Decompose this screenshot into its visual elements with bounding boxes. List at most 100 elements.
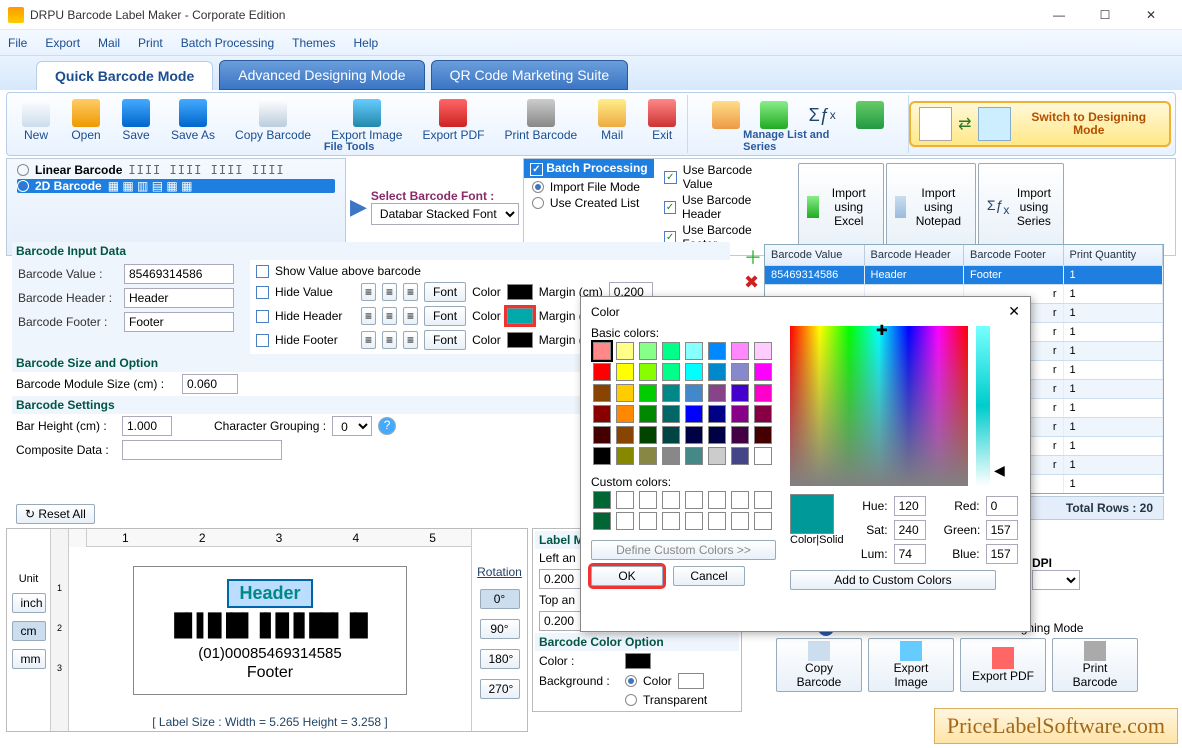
rotation-270-button[interactable]: 270° xyxy=(480,679,520,699)
color-swatch[interactable] xyxy=(662,491,680,509)
color-swatch[interactable] xyxy=(616,491,634,509)
color-swatch[interactable] xyxy=(754,384,772,402)
color-swatch[interactable] xyxy=(639,363,657,381)
rotation-180-button[interactable]: 180° xyxy=(480,649,520,669)
unit-inch-button[interactable]: inch xyxy=(12,593,46,613)
barcode-footer-input[interactable] xyxy=(124,312,234,332)
color-swatch[interactable] xyxy=(685,447,703,465)
color-swatch[interactable] xyxy=(593,342,611,360)
align-right-button[interactable]: ≡ xyxy=(403,307,418,325)
color-swatch[interactable] xyxy=(685,491,703,509)
manage-excel-button[interactable] xyxy=(750,99,798,132)
switch-mode-button[interactable]: ⇄ Switch to Designing Mode xyxy=(909,101,1171,147)
color-swatch[interactable] xyxy=(616,447,634,465)
col-qty[interactable]: Print Quantity xyxy=(1064,245,1164,265)
use-barcode-header-check[interactable]: Use Barcode Header xyxy=(664,193,784,221)
color-swatch[interactable] xyxy=(708,342,726,360)
print-barcode-button[interactable]: Print Barcode xyxy=(494,97,587,144)
align-center-button[interactable]: ≡ xyxy=(382,307,397,325)
color-swatch[interactable] xyxy=(593,363,611,381)
value-color-swatch[interactable] xyxy=(507,284,533,300)
color-swatch[interactable] xyxy=(754,426,772,444)
color-swatch[interactable] xyxy=(639,342,657,360)
color-swatch[interactable] xyxy=(593,426,611,444)
color-swatch[interactable] xyxy=(708,447,726,465)
mail-button[interactable]: Mail xyxy=(587,97,637,144)
color-swatch[interactable] xyxy=(685,512,703,530)
header-color-swatch[interactable] xyxy=(507,308,533,324)
checkbox-icon[interactable] xyxy=(256,310,269,323)
menu-batch[interactable]: Batch Processing xyxy=(181,36,274,50)
hue-input[interactable] xyxy=(894,496,926,516)
rotation-90-button[interactable]: 90° xyxy=(480,619,520,639)
rotation-0-button[interactable]: 0° xyxy=(480,589,520,609)
menu-print[interactable]: Print xyxy=(138,36,163,50)
close-button[interactable]: ✕ xyxy=(1128,1,1174,29)
color-swatch[interactable] xyxy=(616,512,634,530)
align-right-button[interactable]: ≡ xyxy=(403,331,418,349)
color-swatch[interactable] xyxy=(731,405,749,423)
minimize-button[interactable]: — xyxy=(1036,1,1082,29)
export-pdf-button[interactable]: Export PDF xyxy=(412,97,494,144)
color-swatch[interactable] xyxy=(731,491,749,509)
color-swatch[interactable] xyxy=(639,491,657,509)
color-swatch[interactable] xyxy=(731,363,749,381)
checkbox-icon[interactable] xyxy=(256,334,269,347)
align-left-button[interactable]: ≡ xyxy=(361,283,376,301)
color-swatch[interactable] xyxy=(708,384,726,402)
copy-barcode-button[interactable]: Copy Barcode xyxy=(225,97,321,144)
color-swatch[interactable] xyxy=(616,342,634,360)
import-notepad-button[interactable]: Import using Notepad xyxy=(886,163,976,251)
color-swatch[interactable] xyxy=(731,512,749,530)
color-gradient-picker[interactable]: ✚ xyxy=(790,326,968,486)
bg-transparent-radio[interactable] xyxy=(625,694,637,706)
color-swatch[interactable] xyxy=(593,512,611,530)
linear-barcode-radio[interactable]: Linear Barcode IIII IIII IIII IIII xyxy=(17,163,335,177)
tab-quick-barcode[interactable]: Quick Barcode Mode xyxy=(36,61,213,90)
export-pdf-button-2[interactable]: Export PDF xyxy=(960,638,1046,692)
import-file-mode-radio[interactable]: Import File Mode xyxy=(532,180,646,194)
char-grouping-select[interactable]: 0 xyxy=(332,416,372,436)
align-left-button[interactable]: ≡ xyxy=(361,307,376,325)
color-swatch[interactable] xyxy=(662,405,680,423)
align-center-button[interactable]: ≡ xyxy=(382,331,397,349)
table-row[interactable]: 85469314586HeaderFooter1 xyxy=(765,265,1163,284)
menu-mail[interactable]: Mail xyxy=(98,36,120,50)
delete-row-icon[interactable]: ✖ xyxy=(744,272,762,293)
composite-input[interactable] xyxy=(122,440,282,460)
close-icon[interactable]: ✕ xyxy=(1008,303,1020,320)
save-as-button[interactable]: Save As xyxy=(161,97,225,144)
color-swatch[interactable] xyxy=(685,426,703,444)
save-button[interactable]: Save xyxy=(111,97,161,144)
bg-color-radio[interactable] xyxy=(625,675,637,687)
unit-mm-button[interactable]: mm xyxy=(12,649,46,669)
color-swatch[interactable] xyxy=(662,512,680,530)
col-value[interactable]: Barcode Value xyxy=(765,245,865,265)
color-swatch[interactable] xyxy=(639,405,657,423)
import-series-button[interactable]: ΣƒxImport using Series xyxy=(978,163,1064,251)
manage-refresh-button[interactable] xyxy=(846,99,894,132)
tab-advanced-designing[interactable]: Advanced Designing Mode xyxy=(219,60,424,90)
use-created-list-radio[interactable]: Use Created List xyxy=(532,196,646,210)
help-icon[interactable]: ? xyxy=(378,417,396,435)
dpi-select[interactable] xyxy=(1032,570,1080,590)
cancel-button[interactable]: Cancel xyxy=(673,566,745,586)
maximize-button[interactable]: ☐ xyxy=(1082,1,1128,29)
add-row-icon[interactable]: ＋ xyxy=(744,244,762,270)
color-swatch[interactable] xyxy=(708,491,726,509)
2d-barcode-radio[interactable]: 2D Barcode ▦ ▦ ▥ ▤ ▦ ▦ xyxy=(17,179,335,193)
color-swatch[interactable] xyxy=(754,342,772,360)
import-excel-button[interactable]: Import using Excel xyxy=(798,163,884,251)
color-swatch[interactable] xyxy=(662,426,680,444)
bg-color-swatch[interactable] xyxy=(678,673,704,689)
module-size-input[interactable] xyxy=(182,374,238,394)
color-swatch[interactable] xyxy=(639,447,657,465)
color-swatch[interactable] xyxy=(731,426,749,444)
barcode-header-input[interactable] xyxy=(124,288,234,308)
use-barcode-value-check[interactable]: Use Barcode Value xyxy=(664,163,784,191)
manage-edit-button[interactable] xyxy=(702,99,750,132)
color-swatch[interactable] xyxy=(708,426,726,444)
barcode-value-input[interactable] xyxy=(124,264,234,284)
menu-help[interactable]: Help xyxy=(353,36,378,50)
col-footer[interactable]: Barcode Footer xyxy=(964,245,1064,265)
